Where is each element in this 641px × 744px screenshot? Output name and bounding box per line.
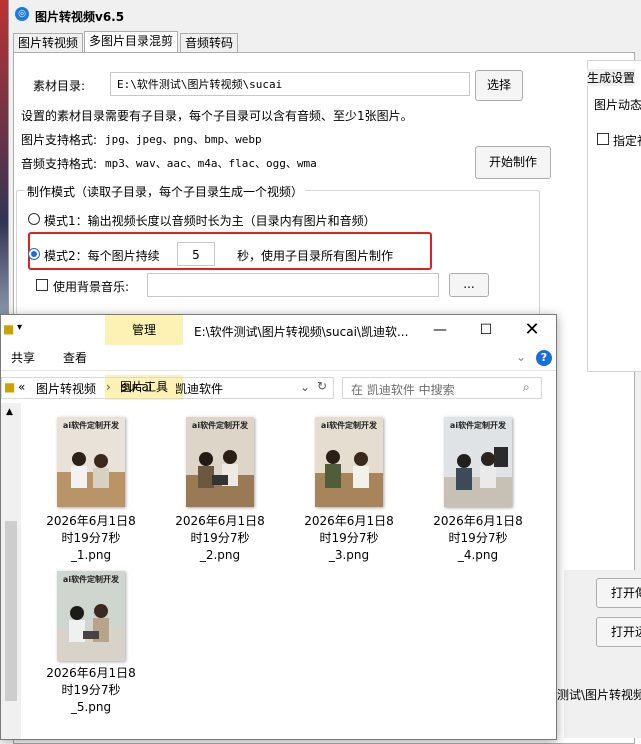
file-thumbnail[interactable]: ai软件定制开发 (186, 417, 254, 507)
mode-group-title: 制作模式（读取子目录，每个子目录生成一个视频） (25, 183, 306, 200)
ribbon-expand-icon[interactable]: ⌄ (516, 350, 526, 364)
file-name[interactable]: 2026年6月1日8 时19分7秒 _4.png (428, 513, 528, 564)
duration-input[interactable]: 5 (177, 242, 215, 266)
breadcrumb-item[interactable]: 凯迪软件 (175, 380, 223, 397)
file-thumbnail[interactable]: ai软件定制开发 (444, 417, 512, 507)
specify-checkbox[interactable] (597, 133, 609, 145)
mode1-radio[interactable] (28, 213, 40, 225)
address-bar[interactable]: ■ « 图片转视频 › sucai › 凯迪软件 ⌄ ↻ (1, 377, 334, 399)
image-formats-label: 图片支持格式: (21, 133, 98, 147)
material-dir-label: 素材目录: (33, 79, 86, 93)
explorer-window: ■ ▾ 管理 E:\软件测试\图片转视频\sucai\凯迪软... — ☐ ✕ … (0, 314, 557, 740)
breadcrumb-separator-icon: › (160, 380, 165, 394)
mode2-suffix: 秒，使用子目录所有图片制作 (237, 249, 394, 263)
thumbnail-caption: ai软件定制开发 (62, 421, 120, 430)
open-button-1[interactable]: 打开傳 (596, 578, 641, 608)
audio-formats-label: 音频支持格式: (21, 157, 98, 171)
mode2-label: 模式2：每个图片持续 (44, 249, 160, 263)
bg-music-checkbox[interactable] (36, 279, 48, 291)
tab-audio-transcode[interactable]: 音频转码 (180, 33, 239, 53)
navigation-pane: ▲ (1, 403, 21, 739)
mode2-radio[interactable] (28, 248, 40, 260)
choose-button[interactable]: 选择 (475, 70, 523, 101)
material-dir-input[interactable]: E:\软件测试\图片转视频\sucai (110, 72, 470, 96)
folder-icon: ■ (3, 322, 15, 336)
thumbnail-caption: ai软件定制开发 (320, 421, 378, 430)
output-path-fragment: 测试\图片转视频 (557, 688, 641, 702)
tab-multi-dir-mix[interactable]: 多图片目录混剪 (84, 31, 179, 54)
maximize-icon[interactable]: ☐ (463, 315, 509, 345)
search-icon: ⌕ (523, 380, 530, 394)
tab-share[interactable]: 共享 (11, 349, 35, 366)
file-name[interactable]: 2026年6月1日8 时19分7秒 _1.png (41, 513, 141, 564)
quick-access-dropdown-icon[interactable]: ▾ (17, 322, 22, 333)
explorer-titlebar: ■ ▾ 管理 E:\软件测试\图片转视频\sucai\凯迪软... — ☐ ✕ (1, 315, 556, 345)
image-dynamic-label: 图片动态 (594, 98, 641, 112)
app-title: 图片转视频v6.5 (35, 10, 125, 24)
title-bar: ◎ 图片转视频v6.5 (9, 0, 641, 30)
audio-formats-value: mp3、wav、aac、m4a、flac、ogg、wma (105, 157, 317, 170)
specify-checkbox-label: 指定祖 (613, 134, 641, 148)
breadcrumb-separator-icon: › (106, 380, 111, 394)
breadcrumb-item[interactable]: sucai (121, 380, 152, 394)
open-button-2[interactable]: 打开远 (596, 617, 641, 647)
file-name[interactable]: 2026年6月1日8 时19分7秒 _5.png (41, 665, 141, 716)
address-bar-row: ■ « 图片转视频 › sucai › 凯迪软件 ⌄ ↻ 在 凯迪软件 中搜索 … (1, 375, 556, 403)
tab-view[interactable]: 查看 (63, 349, 87, 366)
search-input[interactable]: 在 凯迪软件 中搜索 ⌕ (342, 377, 542, 399)
refresh-icon[interactable]: ↻ (317, 379, 327, 393)
vertical-scrollbar[interactable] (5, 521, 17, 701)
start-button[interactable]: 开始制作 (475, 146, 551, 179)
help-icon[interactable]: ? (536, 350, 552, 366)
bg-music-label: 使用背景音乐: (53, 280, 130, 294)
thumbnail-caption: ai软件定制开发 (191, 421, 249, 430)
close-icon[interactable]: ✕ (509, 315, 555, 345)
dir-hint-text: 设置的素材目录需要有子目录，每个子目录可以含有音频、至少1张图片。 (21, 109, 413, 123)
minimize-icon[interactable]: — (417, 315, 463, 345)
search-placeholder: 在 凯迪软件 中搜索 (351, 383, 455, 397)
thumbnail-caption: ai软件定制开发 (449, 421, 507, 430)
file-thumbnail[interactable]: ai软件定制开发 (315, 417, 383, 507)
tab-image-to-video[interactable]: 图片转视频 (13, 33, 84, 53)
address-dropdown-icon[interactable]: ⌄ (300, 380, 310, 394)
addr-folder-icon: ■ (4, 380, 16, 394)
image-formats-value: jpg、jpeg、png、bmp、webp (105, 133, 262, 146)
file-thumbnail[interactable]: ai软件定制开发 (57, 571, 125, 661)
file-name[interactable]: 2026年6月1日8 时19分7秒 _3.png (299, 513, 399, 564)
breadcrumb-item[interactable]: 图片转视频 (36, 380, 96, 397)
browse-music-button[interactable]: ... (449, 273, 489, 297)
file-name[interactable]: 2026年6月1日8 时19分7秒 _2.png (170, 513, 270, 564)
thumbnail-caption: ai软件定制开发 (62, 575, 120, 584)
generate-settings-title: 生成设置 (587, 69, 636, 86)
scroll-up-icon[interactable]: ▲ (6, 407, 13, 417)
file-thumbnail[interactable]: ai软件定制开发 (57, 417, 125, 507)
app-icon: ◎ (15, 7, 29, 21)
manage-tab[interactable]: 管理 (105, 315, 183, 345)
breadcrumb-overflow[interactable]: « (18, 380, 25, 394)
mode1-label: 模式1：输出视频长度以音频时长为主（目录内有图片和音频） (44, 214, 376, 228)
bg-music-input[interactable] (147, 273, 439, 297)
explorer-title-path: E:\软件测试\图片转视频\sucai\凯迪软... (194, 325, 409, 339)
